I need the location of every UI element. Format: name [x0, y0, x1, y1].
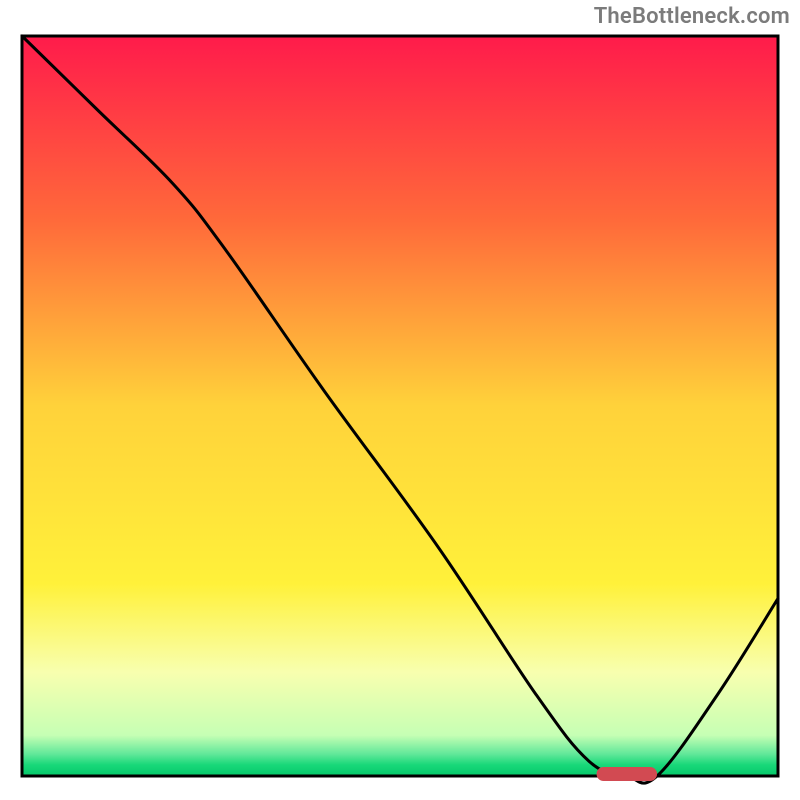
- axis-minimum-marker: [597, 767, 657, 781]
- chart-svg: [0, 0, 800, 800]
- chart-stage: TheBottleneck.com: [0, 0, 800, 800]
